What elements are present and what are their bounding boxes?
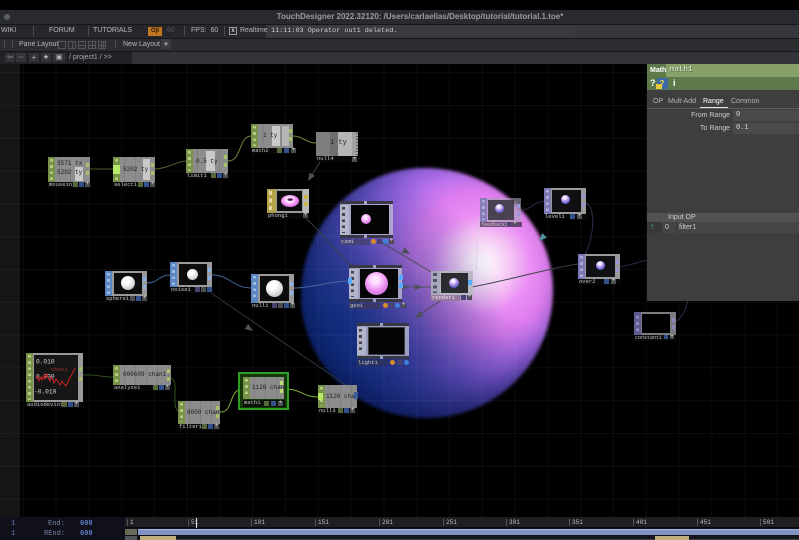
svg-text:-0.010: -0.010 bbox=[34, 389, 57, 396]
svg-text:0.010: 0.010 bbox=[36, 359, 55, 366]
svg-text:chan1: chan1 bbox=[51, 366, 68, 373]
